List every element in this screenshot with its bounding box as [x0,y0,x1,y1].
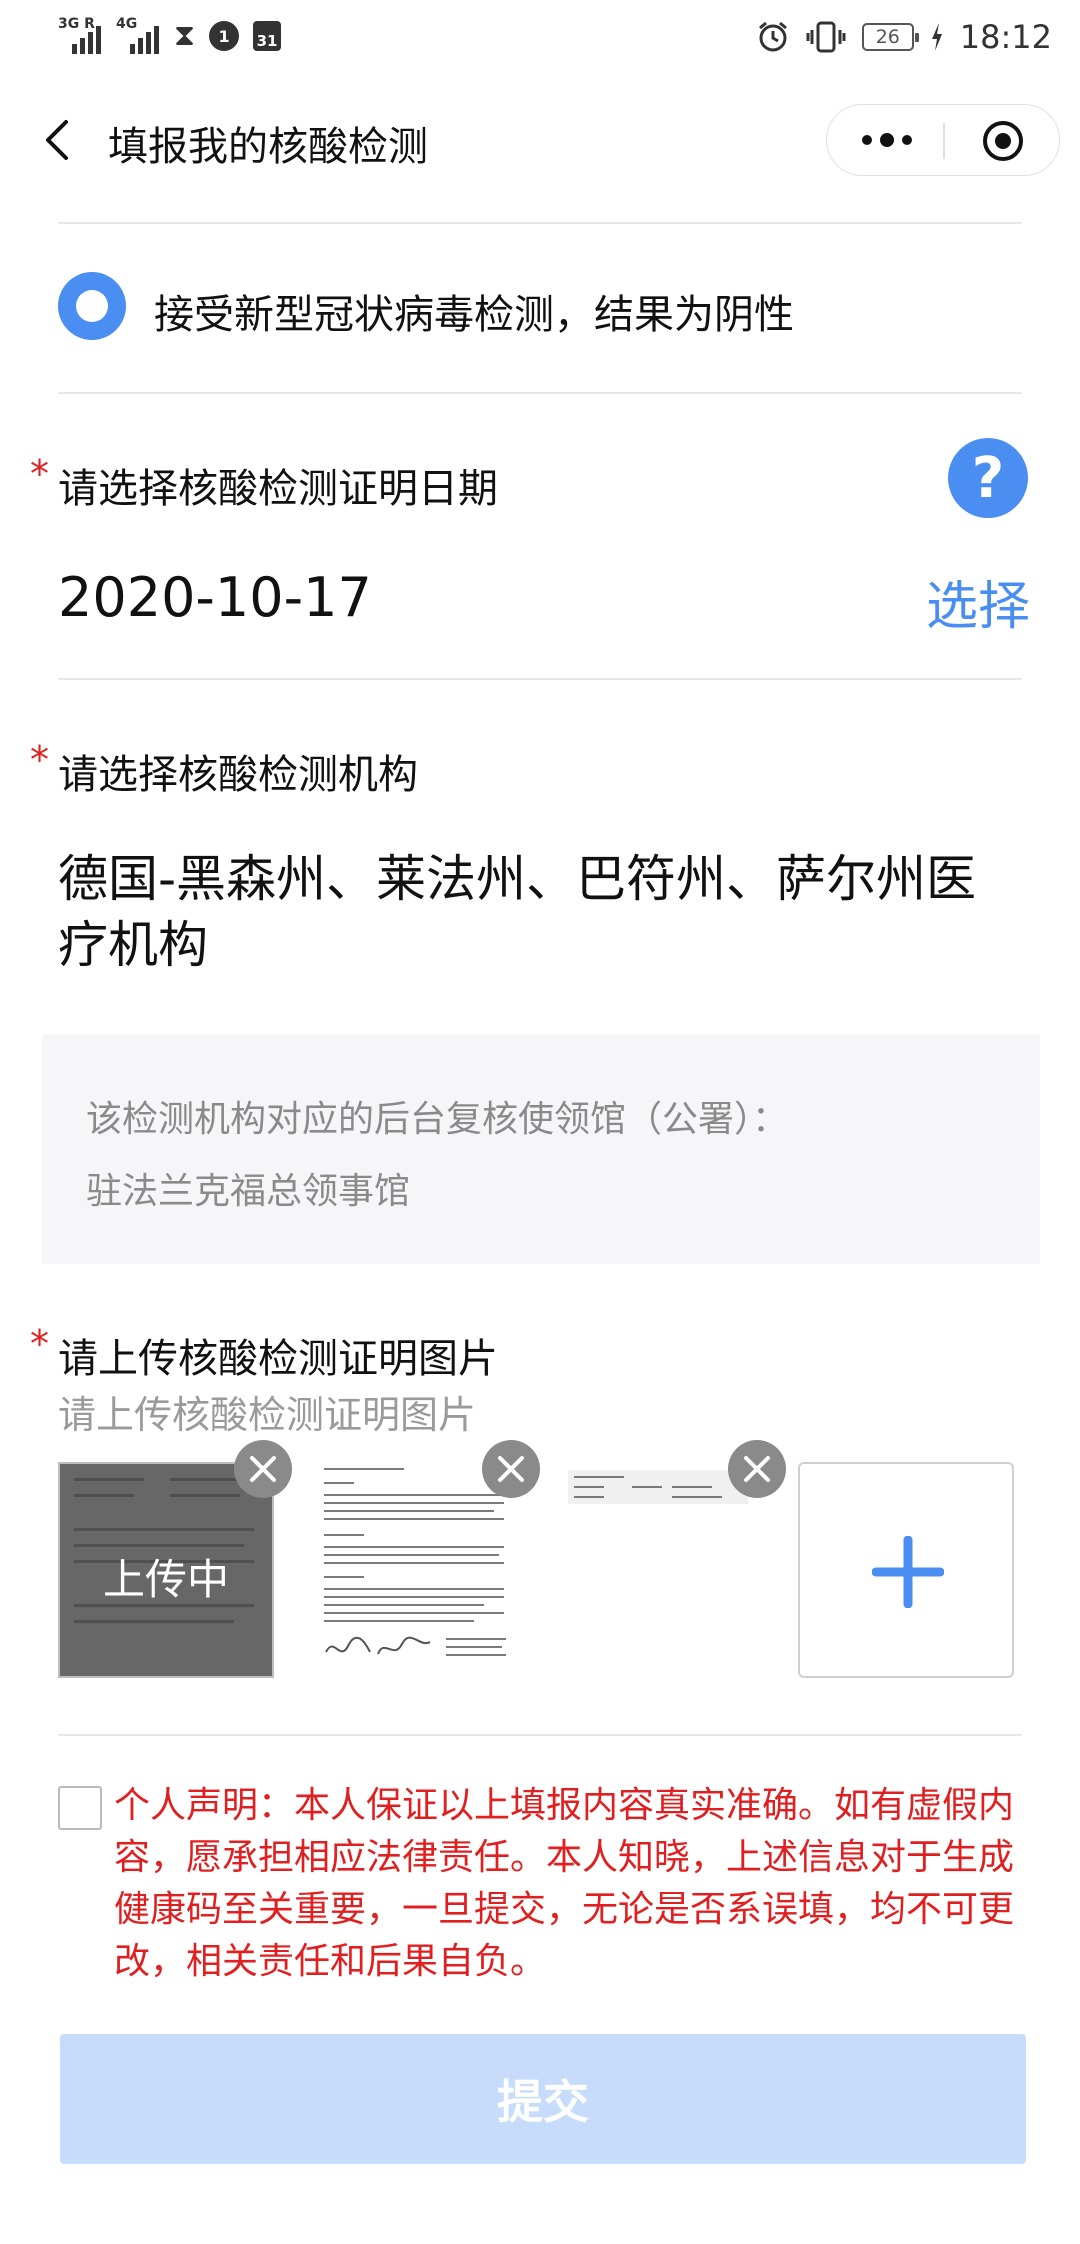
status-bar: 3G R 4G ⧗ 1 31 26 18:12 [0,0,1080,80]
battery-icon: 26 [861,23,919,51]
personal-declaration-text[interactable]: 个人声明：本人保证以上填报内容真实准确。如有虚假内容，愿承担相应法律责任。本人知… [114,1780,1032,1988]
hourglass-icon: ⧗ [174,18,196,53]
uploaded-image-1[interactable]: 上传中 [58,1462,274,1678]
miniprogram-capsule [826,104,1060,176]
close-icon [250,1456,276,1482]
uploaded-image-2[interactable] [306,1462,522,1678]
nav-bar: 填报我的核酸检测 [0,90,1080,190]
upload-hint: 请上传核酸检测证明图片 [58,1393,477,1437]
submit-button[interactable]: 提交 [60,2034,1026,2164]
status-right-icons: 26 18:12 [756,18,1052,56]
close-miniprogram-icon[interactable] [981,119,1025,163]
consulate-info-label: 该检测机构对应的后台复核使领馆（公署）： [86,1099,789,1140]
divider [58,222,1022,224]
charging-icon [931,23,942,51]
remove-image-2-button[interactable] [482,1440,540,1498]
declaration-checkbox[interactable] [58,1786,102,1830]
uploading-status: 上传中 [102,1555,229,1604]
plus-icon [872,1536,944,1608]
back-arrow-icon[interactable] [38,116,78,164]
more-dots-icon[interactable] [857,125,917,155]
consulate-name: 驻法兰克福总领事馆 [86,1171,411,1212]
upload-section-label: 请上传核酸检测证明图片 [58,1336,498,1382]
status-left-icons: 3G R 4G ⧗ 1 31 [58,16,282,54]
required-mark: * [30,452,49,496]
calendar-icon: 31 [253,21,282,51]
clock-time: 18:12 [959,18,1052,56]
uploaded-image-3[interactable] [552,1462,768,1678]
divider [58,678,1022,680]
required-mark: * [30,738,49,782]
required-mark: * [30,1322,49,1366]
signal-3g-icon: 3G R [58,16,102,54]
vibrate-icon [806,21,846,53]
capsule-divider [943,123,945,159]
network-type-label: 3G R [58,16,95,32]
date-section-label: 请选择核酸检测证明日期 [58,466,498,512]
test-organization-value[interactable]: 德国-黑森州、莱法州、巴符州、萨尔州医疗机构 [58,846,1018,978]
close-icon [744,1456,770,1482]
negative-result-label[interactable]: 接受新型冠状病毒检测，结果为阴性 [154,282,794,340]
consulate-info-box: 该检测机构对应的后台复核使领馆（公署）： 驻法兰克福总领事馆 [42,1034,1040,1264]
org-section-label: 请选择核酸检测机构 [58,752,418,798]
divider [58,392,1022,394]
remove-image-3-button[interactable] [728,1440,786,1498]
network-type-label: 4G [116,16,138,32]
negative-result-radio[interactable] [58,272,126,340]
close-icon [498,1456,524,1482]
alarm-icon [758,21,787,52]
notification-badge-icon: 1 [209,21,240,51]
divider [58,1734,1022,1736]
signal-4g-icon: 4G [116,16,160,54]
signature-scribble [325,1636,431,1655]
remove-image-1-button[interactable] [234,1440,292,1498]
test-date-value[interactable]: 2020-10-17 [58,566,372,629]
page-title: 填报我的核酸检测 [108,124,428,170]
add-image-button[interactable] [798,1462,1014,1678]
select-date-button[interactable]: 选择 [926,564,1030,639]
help-question-icon[interactable]: ? [948,438,1028,518]
